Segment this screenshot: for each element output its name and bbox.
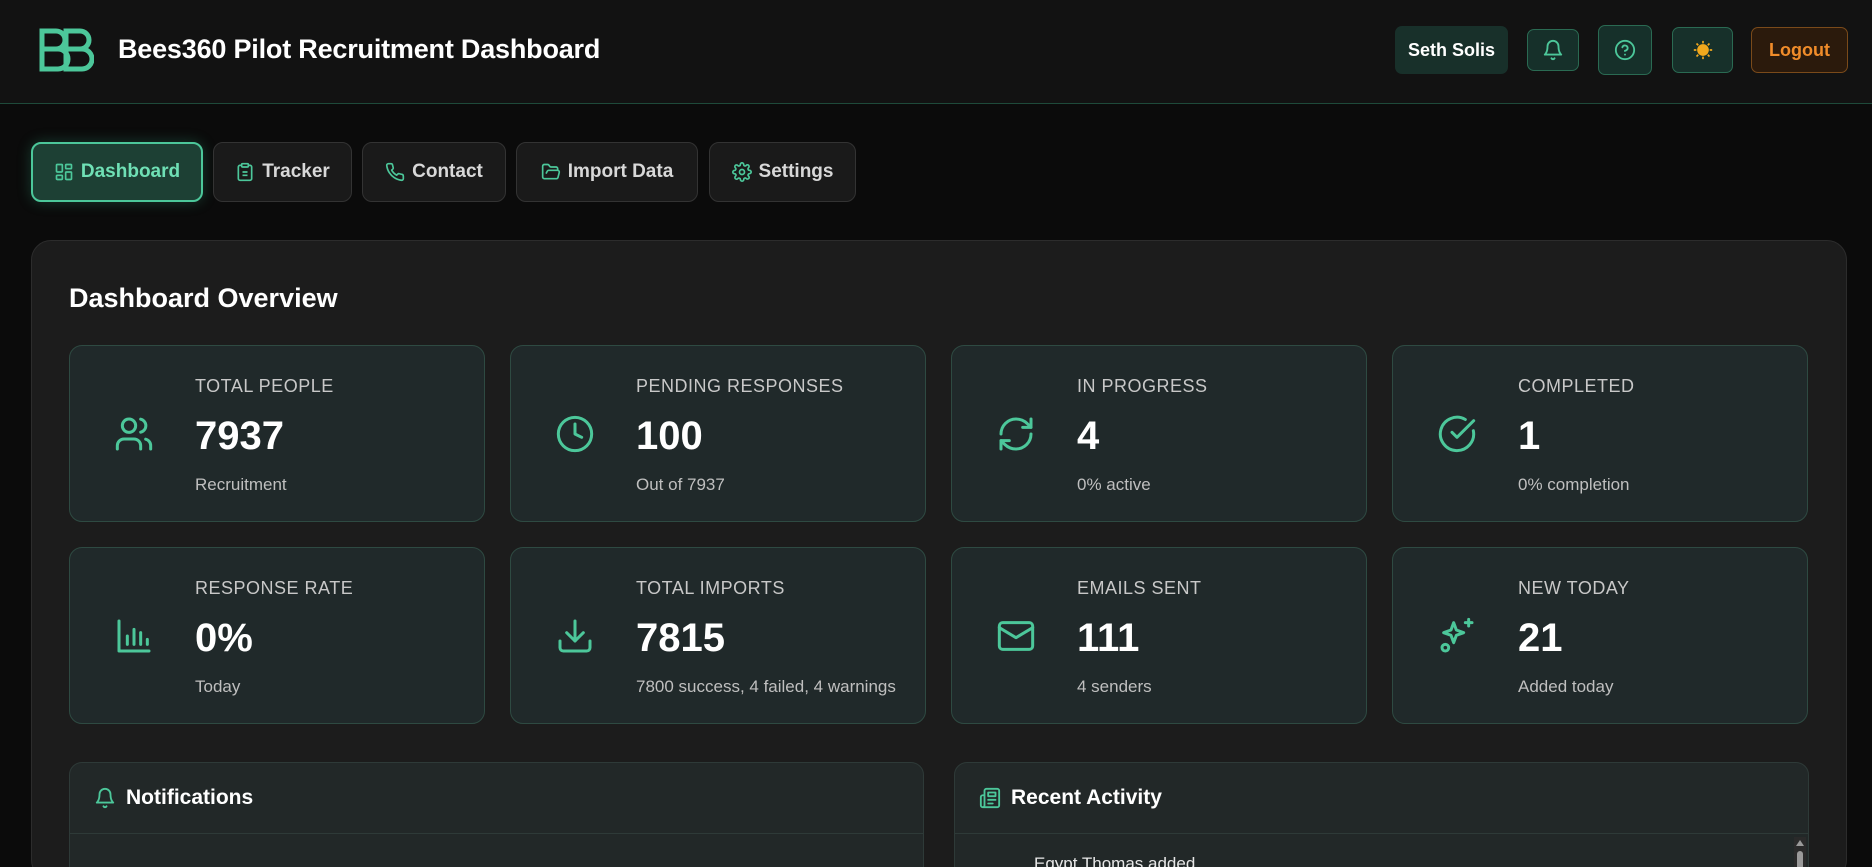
stat-value: 21 bbox=[1518, 616, 1563, 660]
clipboard-icon bbox=[237, 162, 253, 182]
user-name-chip[interactable]: Seth Solis bbox=[1395, 26, 1508, 74]
mail-icon bbox=[997, 621, 1035, 651]
recent-activity-panel: Recent Activity Egypt Thomas added bbox=[954, 762, 1809, 867]
notifications-panel: Notifications bbox=[69, 762, 924, 867]
theme-toggle-button[interactable] bbox=[1672, 27, 1733, 73]
users-icon bbox=[115, 417, 153, 451]
newspaper-icon bbox=[979, 787, 1001, 809]
stat-value: 0% bbox=[195, 616, 253, 660]
logo-icon bbox=[39, 28, 94, 72]
stat-subtext: Recruitment bbox=[195, 475, 287, 494]
stat-subtext: Out of 7937 bbox=[636, 475, 725, 494]
sun-icon bbox=[1693, 40, 1712, 60]
stat-subtext: 0% completion bbox=[1518, 475, 1630, 494]
tab-dashboard[interactable]: Dashboard bbox=[31, 142, 203, 202]
download-icon bbox=[558, 619, 592, 653]
stat-subtext: 7800 success, 4 failed, 4 warnings bbox=[636, 677, 896, 696]
tab-label: Import Data bbox=[567, 161, 674, 182]
scrollbar-thumb[interactable] bbox=[1797, 851, 1803, 867]
stat-card-emails-sent: EMAILS SENT 111 4 senders bbox=[951, 547, 1367, 724]
stat-card-new-today: NEW TODAY 21 Added today bbox=[1392, 547, 1808, 724]
phone-icon bbox=[386, 162, 405, 182]
stat-label: COMPLETED bbox=[1518, 376, 1635, 396]
tab-label: Tracker bbox=[262, 161, 330, 182]
stat-label: EMAILS SENT bbox=[1077, 578, 1202, 598]
help-icon bbox=[1614, 39, 1636, 61]
refresh-icon bbox=[999, 417, 1033, 451]
clock-icon bbox=[556, 415, 594, 453]
stat-value: 7815 bbox=[636, 616, 725, 660]
stat-label: NEW TODAY bbox=[1518, 578, 1630, 598]
recent-activity-title: Recent Activity bbox=[1011, 786, 1162, 809]
help-button[interactable] bbox=[1598, 25, 1652, 75]
stat-value: 4 bbox=[1077, 414, 1100, 458]
stat-subtext: 0% active bbox=[1077, 475, 1151, 494]
page-title: Dashboard Overview bbox=[69, 283, 338, 313]
scroll-up-arrow-icon[interactable] bbox=[1796, 840, 1804, 846]
bar-chart-icon bbox=[117, 619, 151, 653]
tab-tracker[interactable]: Tracker bbox=[213, 142, 352, 202]
check-circle-icon bbox=[1438, 415, 1476, 453]
stat-card-response-rate: RESPONSE RATE 0% Today bbox=[69, 547, 485, 724]
stat-label: IN PROGRESS bbox=[1077, 376, 1208, 396]
tab-settings[interactable]: Settings bbox=[709, 142, 856, 202]
app-title: Bees360 Pilot Recruitment Dashboard bbox=[118, 34, 601, 64]
tab-contact[interactable]: Contact bbox=[362, 142, 506, 202]
stat-label: TOTAL IMPORTS bbox=[636, 578, 785, 598]
tab-label: Settings bbox=[758, 161, 834, 182]
activity-item[interactable]: Egypt Thomas added bbox=[1034, 854, 1195, 867]
stat-card-pending-responses: PENDING RESPONSES 100 Out of 7937 bbox=[510, 345, 926, 522]
tab-label: Contact bbox=[412, 161, 483, 182]
gear-icon bbox=[731, 162, 752, 182]
tab-import-data[interactable]: Import Data bbox=[516, 142, 698, 202]
top-header: Bees360 Pilot Recruitment Dashboard Seth… bbox=[0, 0, 1872, 104]
stat-value: 1 bbox=[1518, 414, 1541, 458]
stat-card-completed: COMPLETED 1 0% completion bbox=[1392, 345, 1808, 522]
logout-button[interactable]: Logout bbox=[1751, 27, 1848, 73]
dashboard-icon bbox=[55, 163, 73, 181]
folder-open-icon bbox=[541, 163, 560, 180]
notifications-header: Notifications bbox=[70, 763, 923, 834]
notifications-button[interactable] bbox=[1527, 29, 1579, 71]
stat-value: 100 bbox=[636, 414, 703, 458]
stat-subtext: Today bbox=[195, 677, 241, 696]
stat-value: 7937 bbox=[195, 414, 284, 458]
bell-icon bbox=[1543, 40, 1563, 61]
stat-value: 111 bbox=[1077, 616, 1140, 660]
stat-label: RESPONSE RATE bbox=[195, 578, 354, 598]
notifications-title: Notifications bbox=[126, 786, 254, 809]
stat-label: TOTAL PEOPLE bbox=[195, 376, 334, 396]
stat-label: PENDING RESPONSES bbox=[636, 376, 844, 396]
bell-icon bbox=[95, 788, 115, 809]
stat-subtext: Added today bbox=[1518, 677, 1614, 696]
activity-scrollbar[interactable] bbox=[1794, 837, 1806, 867]
stat-card-total-people: TOTAL PEOPLE 7937 Recruitment bbox=[69, 345, 485, 522]
tab-label: Dashboard bbox=[80, 161, 181, 182]
stat-card-total-imports: TOTAL IMPORTS 7815 7800 success, 4 faile… bbox=[510, 547, 926, 724]
stat-card-in-progress: IN PROGRESS 4 0% active bbox=[951, 345, 1367, 522]
sparkles-icon bbox=[1440, 617, 1474, 653]
stat-subtext: 4 senders bbox=[1077, 677, 1152, 696]
recent-activity-header: Recent Activity bbox=[955, 763, 1808, 834]
